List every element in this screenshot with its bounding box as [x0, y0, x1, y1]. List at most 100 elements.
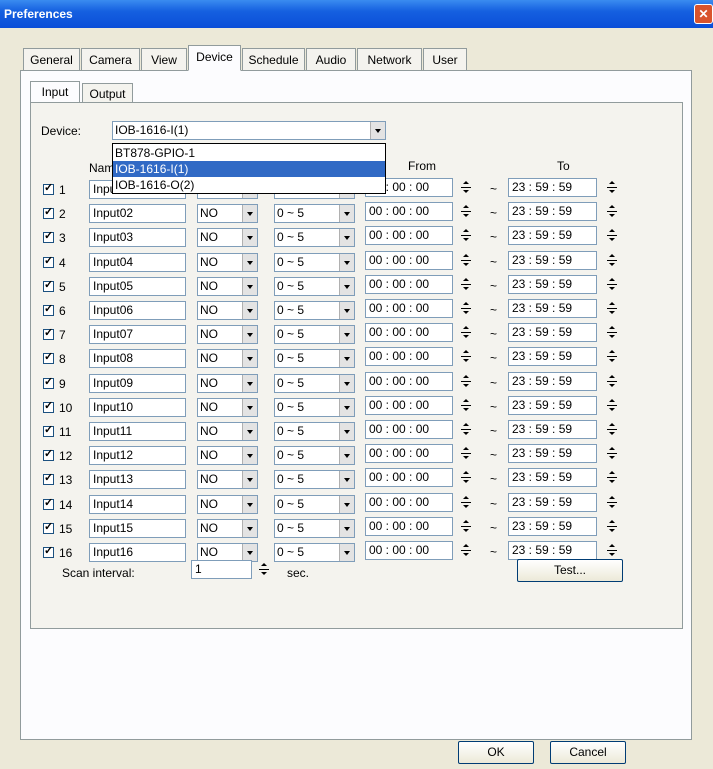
- chevron-down-icon[interactable]: [242, 471, 257, 488]
- contact-type-combo[interactable]: NO: [197, 446, 258, 465]
- from-time-spinner[interactable]: [459, 420, 473, 439]
- contact-type-combo[interactable]: NO: [197, 398, 258, 417]
- input-name-field[interactable]: Input16: [89, 543, 186, 562]
- chevron-down-icon[interactable]: [339, 350, 354, 367]
- spin-up-icon[interactable]: [459, 517, 473, 526]
- chevron-down-icon[interactable]: [339, 399, 354, 416]
- input-name-field[interactable]: Input09: [89, 374, 186, 393]
- spin-up-icon[interactable]: [605, 468, 619, 477]
- to-time-spinner[interactable]: [605, 347, 619, 366]
- contact-type-combo[interactable]: NO: [197, 470, 258, 489]
- to-time-field[interactable]: 23 : 59 : 59: [508, 178, 597, 197]
- chevron-down-icon[interactable]: [242, 254, 257, 271]
- spin-up-icon[interactable]: [605, 251, 619, 260]
- subtab-input[interactable]: Input: [30, 81, 80, 102]
- title-bar[interactable]: Preferences ✕: [0, 0, 713, 28]
- to-time-field[interactable]: 23 : 59 : 59: [508, 517, 597, 536]
- contact-type-combo[interactable]: NO: [197, 495, 258, 514]
- spin-down-icon[interactable]: [459, 188, 473, 197]
- chevron-down-icon[interactable]: [339, 423, 354, 440]
- input-name-field[interactable]: Input11: [89, 422, 186, 441]
- spin-up-icon[interactable]: [605, 420, 619, 429]
- to-time-spinner[interactable]: [605, 493, 619, 512]
- spin-up-icon[interactable]: [605, 178, 619, 187]
- contact-type-combo[interactable]: NO: [197, 349, 258, 368]
- to-time-spinner[interactable]: [605, 202, 619, 221]
- to-time-field[interactable]: 23 : 59 : 59: [508, 251, 597, 270]
- spin-down-icon[interactable]: [605, 357, 619, 366]
- spin-down-icon[interactable]: [257, 570, 271, 579]
- spin-up-icon[interactable]: [605, 541, 619, 550]
- range-combo[interactable]: 0 ~ 5: [274, 543, 355, 562]
- spin-down-icon[interactable]: [459, 285, 473, 294]
- spin-up-icon[interactable]: [459, 251, 473, 260]
- to-time-field[interactable]: 23 : 59 : 59: [508, 202, 597, 221]
- to-time-spinner[interactable]: [605, 420, 619, 439]
- to-time-spinner[interactable]: [605, 299, 619, 318]
- to-time-spinner[interactable]: [605, 323, 619, 342]
- spin-up-icon[interactable]: [459, 493, 473, 502]
- enable-checkbox[interactable]: [43, 399, 54, 413]
- device-combo[interactable]: IOB-1616-I(1): [112, 121, 386, 140]
- spin-up-icon[interactable]: [605, 517, 619, 526]
- input-name-field[interactable]: Input12: [89, 446, 186, 465]
- spin-down-icon[interactable]: [459, 357, 473, 366]
- spin-up-icon[interactable]: [459, 275, 473, 284]
- enable-checkbox[interactable]: [43, 471, 54, 485]
- from-time-field[interactable]: 00 : 00 : 00: [365, 202, 453, 221]
- enable-checkbox[interactable]: [43, 520, 54, 534]
- from-time-field[interactable]: 00 : 00 : 00: [365, 541, 453, 560]
- from-time-field[interactable]: 00 : 00 : 00: [365, 226, 453, 245]
- chevron-down-icon[interactable]: [339, 471, 354, 488]
- spin-down-icon[interactable]: [605, 236, 619, 245]
- to-time-field[interactable]: 23 : 59 : 59: [508, 396, 597, 415]
- from-time-field[interactable]: 00 : 00 : 00: [365, 347, 453, 366]
- spin-up-icon[interactable]: [459, 420, 473, 429]
- range-combo[interactable]: 0 ~ 5: [274, 422, 355, 441]
- contact-type-combo[interactable]: NO: [197, 228, 258, 247]
- contact-type-combo[interactable]: NO: [197, 253, 258, 272]
- chevron-down-icon[interactable]: [242, 496, 257, 513]
- enable-checkbox[interactable]: [43, 181, 54, 195]
- input-name-field[interactable]: Input14: [89, 495, 186, 514]
- device-option[interactable]: IOB-1616-I(1): [113, 161, 385, 177]
- close-button[interactable]: ✕: [694, 4, 713, 24]
- to-time-spinner[interactable]: [605, 226, 619, 245]
- chevron-down-icon[interactable]: [339, 229, 354, 246]
- to-time-field[interactable]: 23 : 59 : 59: [508, 226, 597, 245]
- spin-up-icon[interactable]: [605, 275, 619, 284]
- input-name-field[interactable]: Input04: [89, 253, 186, 272]
- input-name-field[interactable]: Input10: [89, 398, 186, 417]
- chevron-down-icon[interactable]: [242, 326, 257, 343]
- chevron-down-icon[interactable]: [242, 447, 257, 464]
- spin-up-icon[interactable]: [605, 202, 619, 211]
- spin-up-icon[interactable]: [459, 226, 473, 235]
- tab-camera[interactable]: Camera: [81, 48, 140, 70]
- chevron-down-icon[interactable]: [370, 122, 385, 139]
- contact-type-combo[interactable]: NO: [197, 301, 258, 320]
- spin-down-icon[interactable]: [605, 503, 619, 512]
- from-time-field[interactable]: 00 : 00 : 00: [365, 251, 453, 270]
- from-time-field[interactable]: 00 : 00 : 00: [365, 517, 453, 536]
- spin-down-icon[interactable]: [459, 551, 473, 560]
- to-time-field[interactable]: 23 : 59 : 59: [508, 468, 597, 487]
- from-time-field[interactable]: 00 : 00 : 00: [365, 299, 453, 318]
- from-time-field[interactable]: 00 : 00 : 00: [365, 396, 453, 415]
- tab-schedule[interactable]: Schedule: [242, 48, 305, 70]
- chevron-down-icon[interactable]: [242, 350, 257, 367]
- ok-button[interactable]: OK: [458, 741, 534, 764]
- spin-down-icon[interactable]: [605, 212, 619, 221]
- spin-up-icon[interactable]: [459, 299, 473, 308]
- to-time-field[interactable]: 23 : 59 : 59: [508, 444, 597, 463]
- to-time-spinner[interactable]: [605, 178, 619, 197]
- spin-up-icon[interactable]: [459, 372, 473, 381]
- spin-up-icon[interactable]: [605, 444, 619, 453]
- contact-type-combo[interactable]: NO: [197, 277, 258, 296]
- to-time-spinner[interactable]: [605, 396, 619, 415]
- from-time-spinner[interactable]: [459, 226, 473, 245]
- spin-down-icon[interactable]: [605, 333, 619, 342]
- from-time-spinner[interactable]: [459, 517, 473, 536]
- from-time-field[interactable]: 00 : 00 : 00: [365, 275, 453, 294]
- to-time-spinner[interactable]: [605, 251, 619, 270]
- spin-up-icon[interactable]: [459, 347, 473, 356]
